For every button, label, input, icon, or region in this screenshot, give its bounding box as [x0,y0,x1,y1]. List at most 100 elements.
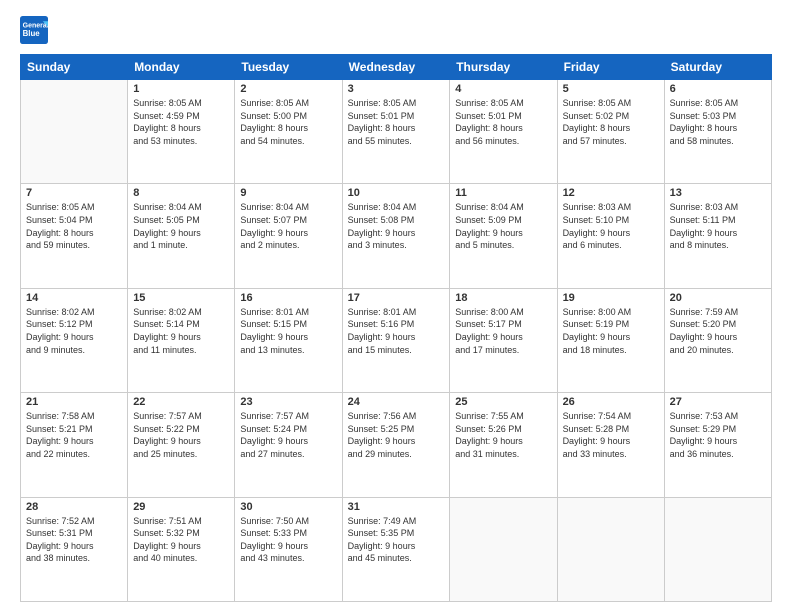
day-info: Sunrise: 8:01 AM Sunset: 5:15 PM Dayligh… [240,306,336,356]
calendar-cell: 4Sunrise: 8:05 AM Sunset: 5:01 PM Daylig… [450,80,557,184]
day-info: Sunrise: 7:51 AM Sunset: 5:32 PM Dayligh… [133,515,229,565]
calendar-cell: 12 Sunrise: 8:03 AM Sunset: 5:10 PM Dayli… [557,184,664,288]
day-info: Sunrise: 8:03 AM Sunset: 5:10 PM Dayligh… [563,201,659,251]
calendar-cell: 30 Sunrise: 7:50 AM Sunset: 5:33 PM Dayli… [235,497,342,601]
day-number: 27 [670,396,766,408]
calendar-cell [21,80,128,184]
day-number: 4 [455,83,551,95]
calendar-cell: 9 Sunrise: 8:04 AM Sunset: 5:07 PM Daylig… [235,184,342,288]
day-info: Sunrise: 8:05 AM Sunset: 5:04 PM Dayligh… [26,201,122,251]
day-info: Sunrise: 7:49 AM Sunset: 5:35 PM Dayligh… [348,515,445,565]
day-number: 26 [563,396,659,408]
day-info: Sunrise: 8:05 AM Sunset: 4:59 PM Dayligh… [133,97,229,147]
svg-text:Blue: Blue [23,29,41,38]
day-number: 9 [240,187,336,199]
day-number: 31 [348,501,445,513]
day-number: 28 [26,501,122,513]
calendar-cell: 17 Sunrise: 8:01 AM Sunset: 5:16 PM Dayli… [342,288,450,392]
day-number: 12 [563,187,659,199]
calendar-cell: 14 Sunrise: 8:02 AM Sunset: 5:12 PM Dayli… [21,288,128,392]
day-info: Sunrise: 8:04 AM Sunset: 5:05 PM Dayligh… [133,201,229,251]
day-info: Sunrise: 8:05 AM Sunset: 5:00 PM Dayligh… [240,97,336,147]
day-number: 1 [133,83,229,95]
day-info: Sunrise: 7:58 AM Sunset: 5:21 PM Dayligh… [26,410,122,460]
day-info: Sunrise: 7:53 AM Sunset: 5:29 PM Dayligh… [670,410,766,460]
day-info: Sunrise: 8:05 AM Sunset: 5:01 PM Dayligh… [348,97,445,147]
calendar-cell: 31 Sunrise: 7:49 AM Sunset: 5:35 PM Dayli… [342,497,450,601]
week-row-1: 1 Sunrise: 8:05 AM Sunset: 4:59 PM Daylig… [21,80,772,184]
day-number: 20 [670,292,766,304]
calendar-cell: 15Sunrise: 8:02 AM Sunset: 5:14 PM Dayli… [128,288,235,392]
day-info: Sunrise: 8:02 AM Sunset: 5:14 PM Dayligh… [133,306,229,356]
page-header: General Blue [20,16,772,44]
days-of-week-row: SundayMondayTuesdayWednesdayThursdayFrid… [21,55,772,80]
day-info: Sunrise: 8:02 AM Sunset: 5:12 PM Dayligh… [26,306,122,356]
calendar-page: General Blue SundayMondayTuesdayWednesda… [0,0,792,612]
week-row-3: 14 Sunrise: 8:02 AM Sunset: 5:12 PM Dayli… [21,288,772,392]
calendar-cell: 13 Sunrise: 8:03 AM Sunset: 5:11 PM Dayli… [664,184,771,288]
day-number: 17 [348,292,445,304]
day-info: Sunrise: 8:04 AM Sunset: 5:07 PM Dayligh… [240,201,336,251]
calendar-cell: 1 Sunrise: 8:05 AM Sunset: 4:59 PM Daylig… [128,80,235,184]
day-info: Sunrise: 8:04 AM Sunset: 5:09 PM Dayligh… [455,201,551,251]
day-info: Sunrise: 8:03 AM Sunset: 5:11 PM Dayligh… [670,201,766,251]
calendar-cell: 7Sunrise: 8:05 AM Sunset: 5:04 PM Daylig… [21,184,128,288]
day-info: Sunrise: 7:56 AM Sunset: 5:25 PM Dayligh… [348,410,445,460]
day-number: 22 [133,396,229,408]
calendar-cell: 22 Sunrise: 7:57 AM Sunset: 5:22 PM Dayli… [128,393,235,497]
week-row-2: 7Sunrise: 8:05 AM Sunset: 5:04 PM Daylig… [21,184,772,288]
calendar-cell: 26 Sunrise: 7:54 AM Sunset: 5:28 PM Dayli… [557,393,664,497]
calendar-cell: 24Sunrise: 7:56 AM Sunset: 5:25 PM Dayli… [342,393,450,497]
day-info: Sunrise: 8:05 AM Sunset: 5:02 PM Dayligh… [563,97,659,147]
day-info: Sunrise: 7:57 AM Sunset: 5:24 PM Dayligh… [240,410,336,460]
calendar-cell: 23 Sunrise: 7:57 AM Sunset: 5:24 PM Dayli… [235,393,342,497]
day-number: 11 [455,187,551,199]
calendar-cell: 16 Sunrise: 8:01 AM Sunset: 5:15 PM Dayli… [235,288,342,392]
day-number: 3 [348,83,445,95]
day-of-week-monday: Monday [128,55,235,80]
calendar-cell: 6Sunrise: 8:05 AM Sunset: 5:03 PM Daylig… [664,80,771,184]
day-info: Sunrise: 7:57 AM Sunset: 5:22 PM Dayligh… [133,410,229,460]
week-row-4: 21 Sunrise: 7:58 AM Sunset: 5:21 PM Dayli… [21,393,772,497]
calendar-cell: 10 Sunrise: 8:04 AM Sunset: 5:08 PM Dayli… [342,184,450,288]
calendar-cell [557,497,664,601]
calendar-cell: 18Sunrise: 8:00 AM Sunset: 5:17 PM Dayli… [450,288,557,392]
day-number: 2 [240,83,336,95]
day-number: 16 [240,292,336,304]
calendar-cell [450,497,557,601]
day-info: Sunrise: 7:54 AM Sunset: 5:28 PM Dayligh… [563,410,659,460]
calendar-cell: 27 Sunrise: 7:53 AM Sunset: 5:29 PM Dayli… [664,393,771,497]
day-info: Sunrise: 7:59 AM Sunset: 5:20 PM Dayligh… [670,306,766,356]
calendar-cell: 8Sunrise: 8:04 AM Sunset: 5:05 PM Daylig… [128,184,235,288]
day-number: 19 [563,292,659,304]
logo: General Blue [20,16,52,44]
logo-icon: General Blue [20,16,48,44]
day-number: 29 [133,501,229,513]
day-info: Sunrise: 7:55 AM Sunset: 5:26 PM Dayligh… [455,410,551,460]
day-of-week-saturday: Saturday [664,55,771,80]
day-number: 30 [240,501,336,513]
calendar-cell: 25 Sunrise: 7:55 AM Sunset: 5:26 PM Dayli… [450,393,557,497]
day-number: 5 [563,83,659,95]
day-of-week-wednesday: Wednesday [342,55,450,80]
day-number: 6 [670,83,766,95]
day-info: Sunrise: 8:04 AM Sunset: 5:08 PM Dayligh… [348,201,445,251]
day-of-week-tuesday: Tuesday [235,55,342,80]
day-info: Sunrise: 7:50 AM Sunset: 5:33 PM Dayligh… [240,515,336,565]
day-number: 25 [455,396,551,408]
day-number: 13 [670,187,766,199]
calendar-cell: 5 Sunrise: 8:05 AM Sunset: 5:02 PM Daylig… [557,80,664,184]
day-number: 21 [26,396,122,408]
calendar-table: SundayMondayTuesdayWednesdayThursdayFrid… [20,54,772,602]
week-row-5: 28Sunrise: 7:52 AM Sunset: 5:31 PM Dayli… [21,497,772,601]
calendar-cell: 19 Sunrise: 8:00 AM Sunset: 5:19 PM Dayli… [557,288,664,392]
day-of-week-thursday: Thursday [450,55,557,80]
calendar-cell: 11 Sunrise: 8:04 AM Sunset: 5:09 PM Dayli… [450,184,557,288]
calendar-cell: 21 Sunrise: 7:58 AM Sunset: 5:21 PM Dayli… [21,393,128,497]
day-info: Sunrise: 8:00 AM Sunset: 5:17 PM Dayligh… [455,306,551,356]
day-number: 14 [26,292,122,304]
day-number: 23 [240,396,336,408]
day-info: Sunrise: 8:00 AM Sunset: 5:19 PM Dayligh… [563,306,659,356]
day-number: 10 [348,187,445,199]
day-info: Sunrise: 8:01 AM Sunset: 5:16 PM Dayligh… [348,306,445,356]
